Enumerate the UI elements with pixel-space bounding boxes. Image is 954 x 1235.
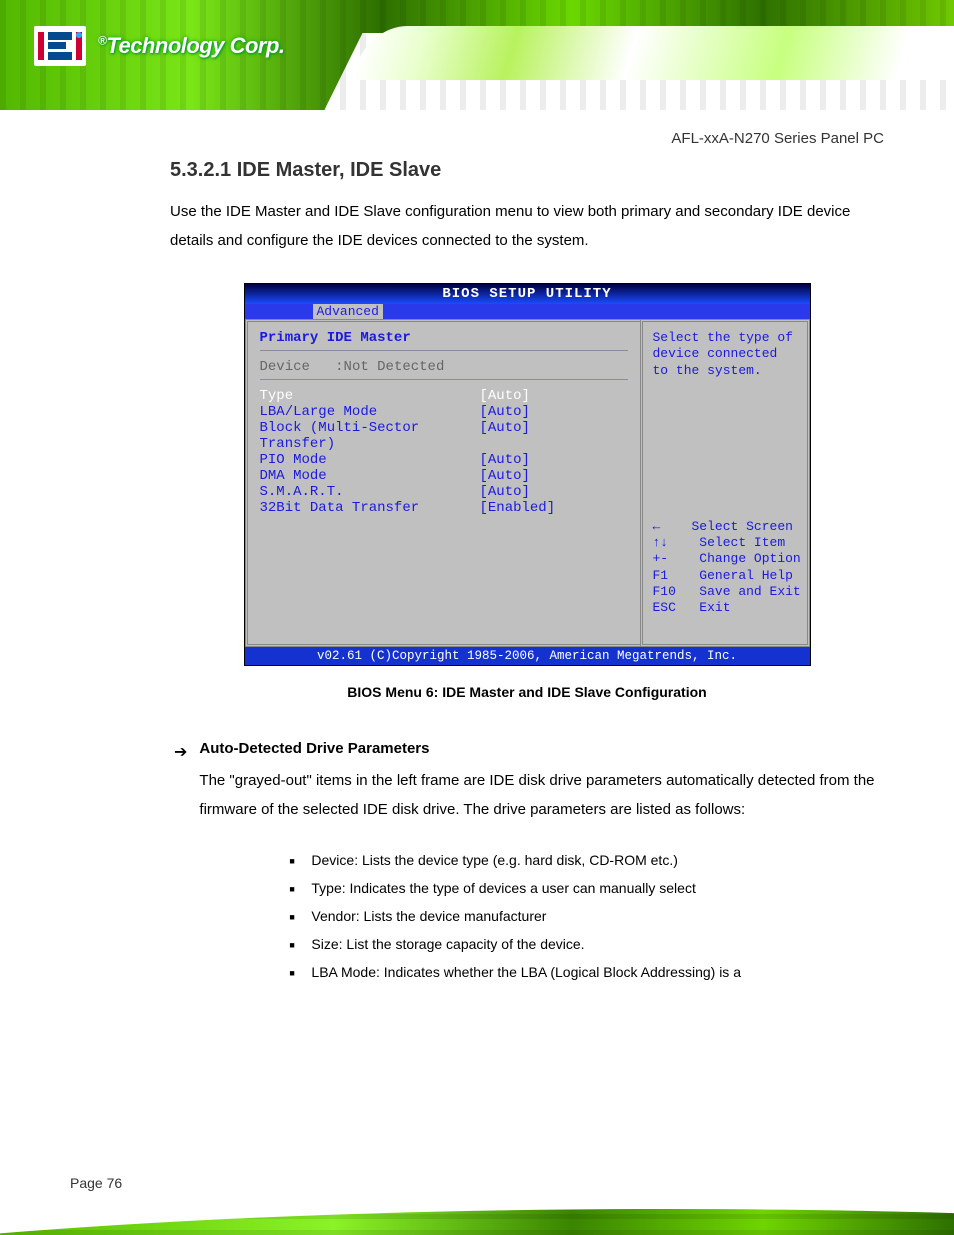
logo-brand: Technology Corp. xyxy=(106,33,284,58)
bios-help-panel: Select the type of device connected to t… xyxy=(640,319,810,647)
bios-setting-label: DMA Mode xyxy=(260,468,480,484)
parameter-bullets: Device: Lists the device type (e.g. hard… xyxy=(289,846,879,986)
bios-device-line: Device :Not Detected xyxy=(260,359,628,375)
bullet-item: Type: Indicates the type of devices a us… xyxy=(289,874,879,902)
bios-footer: v02.61 (C)Copyright 1985-2006, American … xyxy=(245,647,810,665)
bottom-banner xyxy=(0,1105,954,1235)
bios-setting-row: Type[Auto] xyxy=(260,388,628,404)
bios-setting-label: LBA/Large Mode xyxy=(260,404,480,420)
page-title-row: AFL-xxA-N270 Series Panel PC xyxy=(170,130,884,147)
product-name: AFL-xxA-N270 Series Panel PC xyxy=(671,130,884,147)
white-arc-decor xyxy=(520,1035,954,1175)
bios-setting-row: 32Bit Data Transfer[Enabled] xyxy=(260,500,628,516)
bios-left-panel: Primary IDE Master Device :Not Detected … xyxy=(245,319,640,647)
bios-setting-row: PIO Mode[Auto] xyxy=(260,452,628,468)
bios-key-line: ↑↓ Select Item xyxy=(653,535,797,551)
bios-setting-value: [Auto] xyxy=(480,420,530,452)
bios-setting-row: DMA Mode[Auto] xyxy=(260,468,628,484)
bios-divider xyxy=(260,379,628,380)
bios-divider xyxy=(260,350,628,351)
logo-icon xyxy=(34,26,86,66)
option-body: The "grayed-out" items in the left frame… xyxy=(199,767,879,824)
bios-key-legend: ← Select Screen↑↓ Select Item+- Change O… xyxy=(653,519,797,617)
bios-setting-label: S.M.A.R.T. xyxy=(260,484,480,500)
bios-tab-advanced: Advanced xyxy=(313,304,383,319)
figure-caption: BIOS Menu 6: IDE Master and IDE Slave Co… xyxy=(170,684,884,700)
bios-key-line: +- Change Option xyxy=(653,551,797,567)
swoosh-decor xyxy=(353,26,954,80)
bios-panel-title: Primary IDE Master xyxy=(260,330,628,346)
logo-text: ®Technology Corp. xyxy=(98,33,285,59)
bios-key-line: ← Select Screen xyxy=(653,519,797,535)
bios-setting-value: [Enabled] xyxy=(480,500,556,516)
bios-setting-row: LBA/Large Mode[Auto] xyxy=(260,404,628,420)
bios-body: Primary IDE Master Device :Not Detected … xyxy=(245,319,810,647)
intro-paragraph: Use the IDE Master and IDE Slave configu… xyxy=(170,198,884,255)
option-title: Auto-Detected Drive Parameters xyxy=(199,740,879,757)
arrow-icon: ➔ xyxy=(174,742,187,986)
bios-setting-row: Block (Multi-Sector Transfer)[Auto] xyxy=(260,420,628,452)
bios-setting-label: 32Bit Data Transfer xyxy=(260,500,480,516)
bios-setting-label: PIO Mode xyxy=(260,452,480,468)
option-block: ➔ Auto-Detected Drive Parameters The "gr… xyxy=(174,740,884,986)
bios-device-value: :Not Detected xyxy=(335,359,444,375)
bios-key-line: ESC Exit xyxy=(653,600,797,616)
bios-tab-row: Advanced xyxy=(245,304,810,319)
bullet-item: Device: Lists the device type (e.g. hard… xyxy=(289,846,879,874)
bullet-item: Size: List the storage capacity of the d… xyxy=(289,930,879,958)
bios-setting-value: [Auto] xyxy=(480,468,530,484)
bios-setting-label: Block (Multi-Sector Transfer) xyxy=(260,420,480,452)
bios-setting-value: [Auto] xyxy=(480,484,530,500)
bullet-item: Vendor: Lists the device manufacturer xyxy=(289,902,879,930)
bios-setting-value: [Auto] xyxy=(480,388,530,404)
page-content: AFL-xxA-N270 Series Panel PC 5.3.2.1 IDE… xyxy=(0,130,954,1085)
bios-title: BIOS SETUP UTILITY xyxy=(245,284,810,304)
bios-key-line: F1 General Help xyxy=(653,568,797,584)
bios-settings-list: Type[Auto]LBA/Large Mode[Auto]Block (Mul… xyxy=(260,388,628,516)
bios-setting-row: S.M.A.R.T.[Auto] xyxy=(260,484,628,500)
bios-setting-value: [Auto] xyxy=(480,404,530,420)
logo: ®Technology Corp. xyxy=(34,26,285,66)
bios-device-label: Device xyxy=(260,359,310,375)
bios-setting-label: Type xyxy=(260,388,480,404)
section-heading: 5.3.2.1 IDE Master, IDE Slave xyxy=(170,159,884,182)
bullet-item: LBA Mode: Indicates whether the LBA (Log… xyxy=(289,958,879,986)
top-banner: ®Technology Corp. xyxy=(0,0,954,110)
bios-key-line: F10 Save and Exit xyxy=(653,584,797,600)
bios-setting-value: [Auto] xyxy=(480,452,530,468)
bios-help-text: Select the type of device connected to t… xyxy=(653,330,797,379)
bios-screenshot: BIOS SETUP UTILITY Advanced Primary IDE … xyxy=(244,283,811,666)
